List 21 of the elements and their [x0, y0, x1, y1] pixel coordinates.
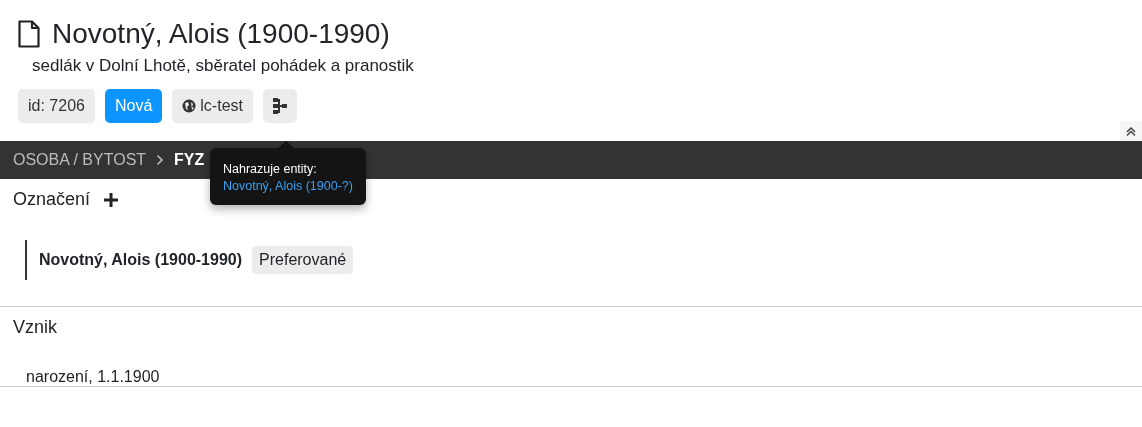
- collapse-button[interactable]: [1120, 121, 1142, 141]
- tooltip-title: Nahrazuje entity:: [223, 162, 318, 176]
- subtitle: sedlák v Dolní Lhotě, sběratel pohádek a pranostik: [32, 56, 415, 76]
- id-badge[interactable]: id: 7206: [18, 89, 95, 123]
- breadcrumb-item[interactable]: OSOBA / BYTOST: [13, 151, 147, 169]
- chevron-icon: [156, 154, 165, 166]
- section-title: Vznik: [13, 317, 57, 338]
- preferred-tag: Preferované: [252, 246, 354, 274]
- event-text: narození, 1.1.1900: [26, 368, 161, 386]
- globe-icon: [182, 99, 197, 113]
- page-title: Novotný, Alois (1900-1990): [52, 18, 390, 50]
- name-text: Novotný, Alois (1900-1990): [39, 251, 243, 269]
- add-icon[interactable]: [104, 192, 119, 207]
- hierarchy-button[interactable]: [262, 89, 297, 123]
- entity-link[interactable]: Novotný, Alois (1900-?): [223, 179, 353, 193]
- section-title: Označení: [13, 189, 91, 210]
- document-icon: [18, 20, 40, 48]
- source-button[interactable]: lc-test: [172, 89, 253, 123]
- hierarchy-icon: [272, 98, 287, 114]
- double-chevron-icon: [1126, 126, 1136, 136]
- breadcrumb-item[interactable]: FYZ: [174, 151, 205, 169]
